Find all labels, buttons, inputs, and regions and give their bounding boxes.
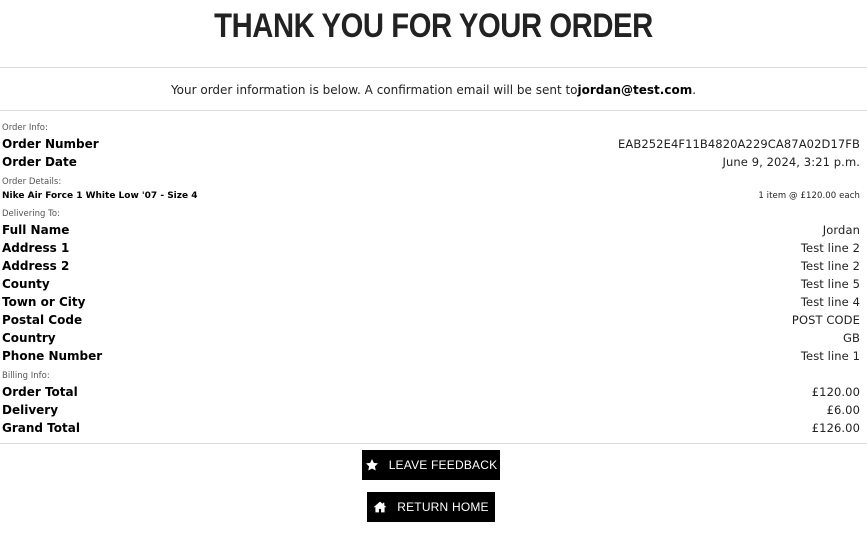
order-number-value: EAB252E4F11B4820A229CA87A02D17FB <box>618 137 860 151</box>
country-label: Country <box>2 331 56 345</box>
order-number-label: Order Number <box>2 137 99 151</box>
leave-feedback-button[interactable]: Leave Feedback <box>362 450 500 480</box>
home-icon <box>373 500 387 514</box>
order-date-row: Order Date June 9, 2024, 3:21 p.m. <box>2 154 860 170</box>
address-1-label: Address 1 <box>2 241 70 255</box>
county-value: Test line 5 <box>800 277 860 291</box>
billing-field-row: Order Total £120.00 <box>2 384 860 400</box>
town-city-value: Test line 4 <box>800 295 860 309</box>
order-item-quantity: 1 item @ £120.00 each <box>758 191 860 201</box>
leave-feedback-label: Leave Feedback <box>388 458 498 472</box>
order-item-name: Nike Air Force 1 White Low '07 - Size 4 <box>2 191 198 201</box>
billing-info-label: Billing Info: <box>2 371 50 381</box>
page-title: THANK YOU FOR YOUR ORDER <box>214 7 653 45</box>
order-total-value: £120.00 <box>811 385 860 399</box>
delivery-field-row: Full Name Jordan <box>2 222 860 238</box>
order-item-row: Nike Air Force 1 White Low '07 - Size 4 … <box>2 188 860 204</box>
address-1-value: Test line 2 <box>800 241 860 255</box>
delivery-label: Delivery <box>2 403 59 417</box>
full-name-label: Full Name <box>2 223 70 237</box>
billing-field-row: Delivery £6.00 <box>2 402 860 418</box>
order-info-label: Order Info: <box>2 123 48 133</box>
grand-total-label: Grand Total <box>2 421 80 435</box>
delivery-field-row: Postal Code POST CODE <box>2 312 860 328</box>
order-details-label: Order Details: <box>2 177 62 187</box>
divider <box>0 110 867 111</box>
billing-field-row: Grand Total £126.00 <box>2 420 860 436</box>
order-number-row: Order Number EAB252E4F11B4820A229CA87A02… <box>2 136 860 152</box>
delivery-field-row: Address 1 Test line 2 <box>2 240 860 256</box>
order-date-label: Order Date <box>2 155 77 169</box>
order-date-value: June 9, 2024, 3:21 p.m. <box>722 155 860 169</box>
full-name-value: Jordan <box>822 223 860 237</box>
intro-suffix: . <box>692 83 697 97</box>
country-value: GB <box>842 331 860 345</box>
divider <box>0 67 867 68</box>
postal-code-value: POST CODE <box>791 313 860 327</box>
delivery-field-row: County Test line 5 <box>2 276 860 292</box>
address-2-value: Test line 2 <box>800 259 860 273</box>
confirmation-email: jordan@test.com <box>577 83 693 97</box>
delivery-field-row: Phone Number Test line 1 <box>2 348 860 364</box>
return-home-button[interactable]: Return Home <box>367 492 495 522</box>
divider <box>0 443 867 444</box>
delivery-field-row: Address 2 Test line 2 <box>2 258 860 274</box>
phone-number-value: Test line 1 <box>800 349 860 363</box>
delivery-field-row: Country GB <box>2 330 860 346</box>
delivery-value: £6.00 <box>826 403 860 417</box>
county-label: County <box>2 277 50 291</box>
grand-total-value: £126.00 <box>811 421 860 435</box>
postal-code-label: Postal Code <box>2 313 83 327</box>
delivery-field-row: Town or City Test line 4 <box>2 294 860 310</box>
phone-number-label: Phone Number <box>2 349 103 363</box>
star-icon <box>365 458 379 472</box>
intro-message: Your order information is below. A confi… <box>170 83 578 97</box>
address-2-label: Address 2 <box>2 259 70 273</box>
town-city-label: Town or City <box>2 295 86 309</box>
intro-text: Your order information is below. A confi… <box>0 82 867 98</box>
return-home-label: Return Home <box>397 500 489 514</box>
order-total-label: Order Total <box>2 385 78 399</box>
delivering-to-label: Delivering To: <box>2 209 60 219</box>
